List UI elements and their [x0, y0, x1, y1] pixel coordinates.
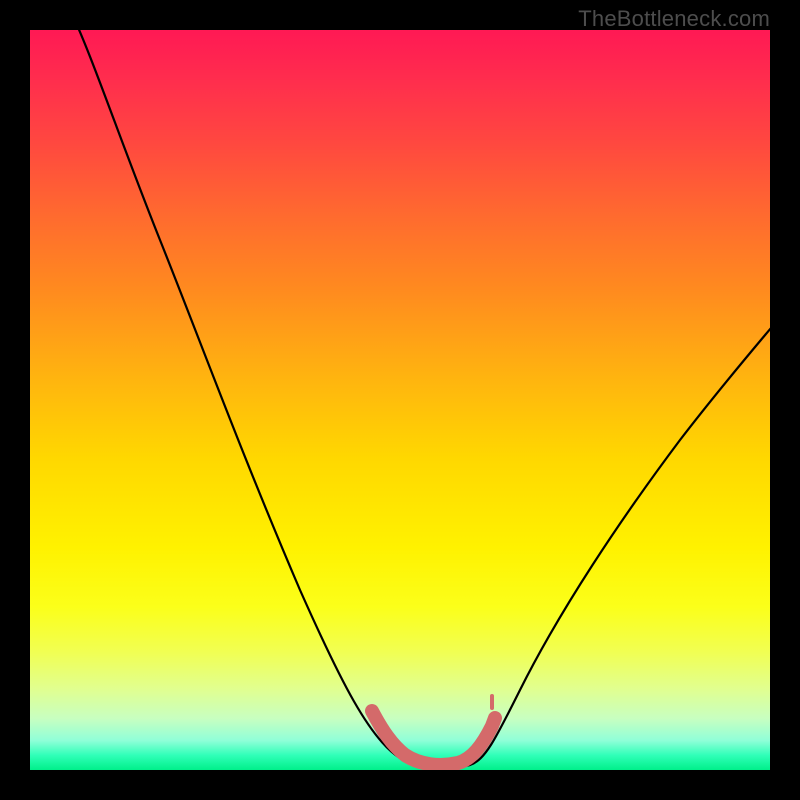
optimal-zone-marker — [372, 711, 495, 765]
bottleneck-curve — [70, 30, 770, 768]
curve-svg — [30, 30, 770, 770]
chart-frame: TheBottleneck.com — [0, 0, 800, 800]
plot-area — [30, 30, 770, 770]
watermark-label: TheBottleneck.com — [578, 6, 770, 32]
